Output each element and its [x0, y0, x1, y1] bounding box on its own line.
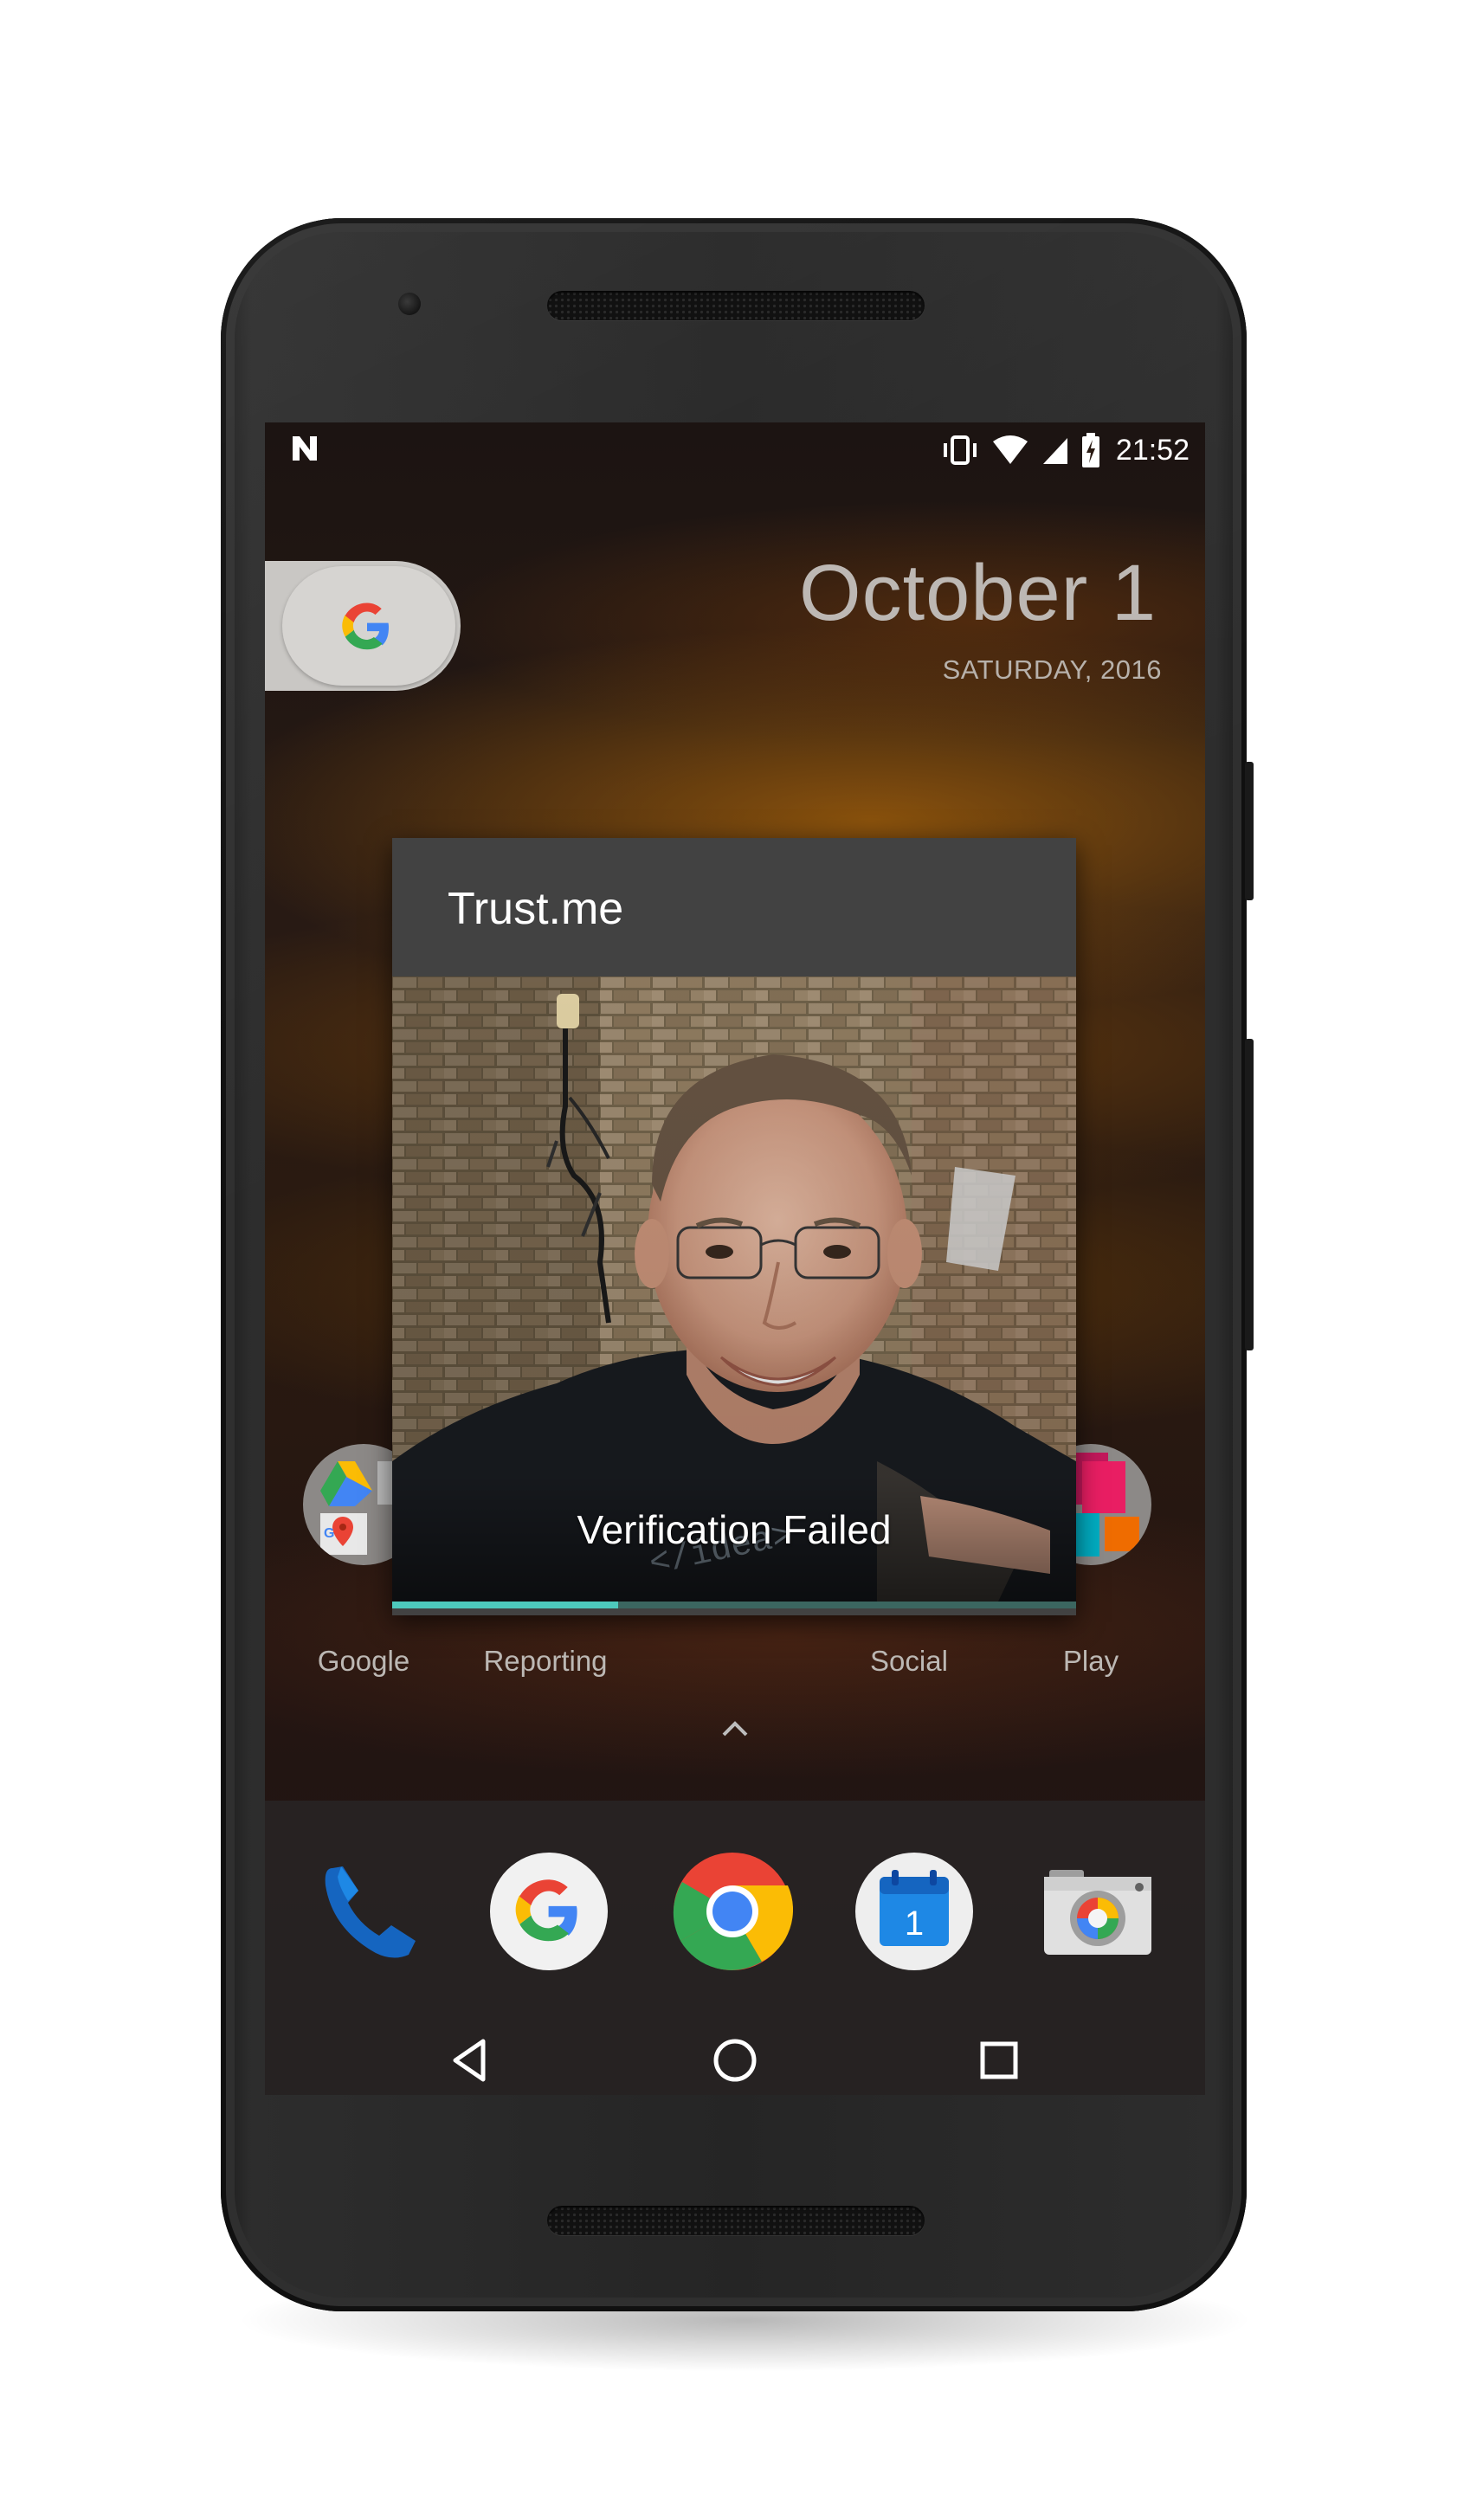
top-speaker-grille	[547, 291, 925, 320]
app-drawer-chevron-up-icon[interactable]	[722, 1719, 748, 1737]
chrome-icon[interactable]	[672, 1851, 793, 1972]
wifi-icon	[992, 435, 1028, 464]
folder-label-reporting: Reporting	[483, 1645, 608, 1677]
verification-status: Verification Failed	[577, 1507, 892, 1552]
trust-me-dialog: Trust.me Verification Failed	[392, 838, 1076, 1615]
google-g-icon	[342, 603, 389, 650]
cell-signal-icon	[1042, 438, 1067, 464]
status-clock: 21:52	[1115, 433, 1190, 467]
front-camera	[398, 293, 421, 315]
recents-icon[interactable]	[973, 2034, 1025, 2086]
vibrate-icon	[943, 435, 977, 465]
volume-rocker[interactable]	[1245, 1039, 1254, 1350]
calendar-day: 1	[905, 1905, 924, 1943]
home-icon[interactable]	[709, 2034, 761, 2086]
date-widget-date[interactable]: October 1	[799, 548, 1157, 639]
google-search-pill[interactable]	[282, 566, 455, 686]
notification-n-icon	[293, 436, 317, 461]
screen: 21:52 October 1 SATURDAY, 2016 G Google	[265, 422, 1205, 2095]
camera-icon[interactable]	[1037, 1851, 1158, 1972]
date-widget-day-year: SATURDAY, 2016	[942, 654, 1162, 685]
folder-label-social: Social	[870, 1645, 948, 1677]
status-icons: 21:52	[941, 429, 1190, 471]
folder-label-play: Play	[1062, 1645, 1119, 1677]
back-icon[interactable]	[445, 2034, 497, 2086]
svg-text:G: G	[324, 1526, 334, 1541]
google-app-icon[interactable]	[488, 1851, 609, 1972]
power-button[interactable]	[1245, 762, 1254, 900]
verification-progress-bar	[392, 1602, 1076, 1608]
verification-progress-fill	[392, 1602, 618, 1608]
status-bar: 21:52	[265, 422, 1205, 478]
battery-charging-icon	[1081, 433, 1099, 467]
google-search-widget[interactable]	[265, 561, 461, 691]
camera-preview: </idea> Verification Failed	[392, 976, 1076, 1602]
dock: 1	[265, 1801, 1205, 2095]
calendar-icon[interactable]: 1	[854, 1851, 975, 1972]
bottom-speaker-grille	[547, 2206, 925, 2235]
dialog-title: Trust.me	[448, 884, 624, 934]
folder-label-google: Google	[317, 1645, 410, 1677]
phone-icon[interactable]	[306, 1851, 428, 1972]
